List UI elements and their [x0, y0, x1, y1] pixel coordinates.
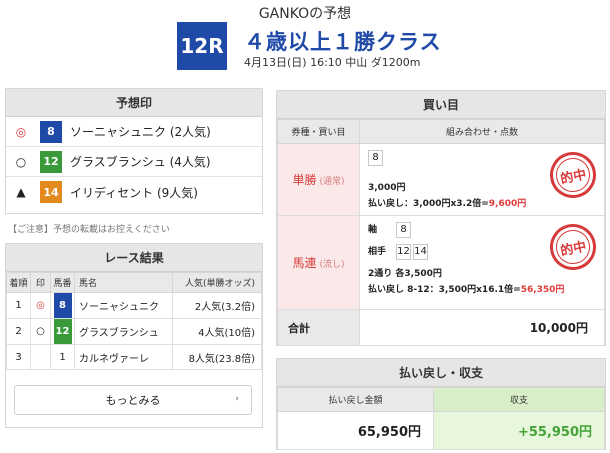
- horse-name: グラスブランシュ: [73, 318, 174, 345]
- total-value: 10,000円: [359, 309, 605, 346]
- kaime-table: 券種・買い目 組み合わせ・点数 単勝 (通常) 8 3,000円 払い戻し：3,0…: [277, 119, 605, 346]
- partner-label: 相手: [368, 247, 387, 257]
- payout-value: 56,350円: [520, 285, 565, 295]
- balance-amount: +55,950円: [433, 411, 605, 450]
- race-number-badge: 12R: [177, 22, 227, 70]
- payout-prefix: 払い戻し 8-12：3,500円x16.1倍=: [368, 285, 521, 295]
- bet-type-label: 馬連: [292, 256, 317, 270]
- horse-number: 14: [40, 181, 62, 203]
- horse-name: ソーニャシュニク (2人気): [70, 125, 211, 139]
- kaime-panel: 買い目 券種・買い目 組み合わせ・点数 単勝 (通常) 8 3,000円 払い戻し…: [276, 90, 606, 346]
- bet-detail: 8 3,000円 払い戻し：3,000円x3.2倍=9,600円 的中: [359, 143, 605, 216]
- col-combination: 組み合わせ・点数: [359, 119, 605, 144]
- bet-type-sub: (通常): [319, 177, 345, 187]
- page-title: GANKOの予想: [258, 6, 352, 22]
- horse-number-box: 8: [396, 222, 411, 238]
- horse-number: 8: [53, 293, 72, 318]
- horse-name: イリディセント (9人気): [70, 185, 198, 200]
- yosou-panel: 予想印 ◎ 8 ソーニャシュニク (2人気) ○ 12 グラスブランシュ (4人…: [5, 88, 263, 214]
- bet-row: 単勝 (通常) 8 3,000円 払い戻し：3,000円x3.2倍=9,600円 …: [277, 143, 605, 216]
- chevron-right-icon: ›: [235, 394, 239, 404]
- yosou-heading: 予想印: [6, 89, 262, 117]
- payout-value: 9,600円: [488, 199, 527, 209]
- col-position: 着順: [6, 272, 31, 293]
- bet-detail: 軸 8 相手 12 14 2通り 各3,500円 払い戻し 8-12：3,500円x1…: [359, 215, 605, 310]
- honmei-mark-icon: ◎: [15, 124, 27, 139]
- horse-number: 8: [40, 120, 62, 143]
- col-popularity: 人気(単勝オッズ): [172, 272, 262, 293]
- horse-number: 12: [40, 150, 62, 173]
- table-header-row: 着順 印 馬番 馬名 人気(単勝オッズ): [6, 272, 262, 293]
- horse-number: 1: [50, 344, 75, 370]
- kaime-heading: 買い目: [277, 91, 605, 119]
- summary-panel: 払い戻し・収支 払い戻し金額 収支 65,950円 +55,950円: [276, 358, 606, 450]
- mark-cell: [30, 344, 51, 370]
- finish-position: 3: [6, 344, 31, 370]
- payout-line: 払い戻し 8-12：3,500円x16.1倍=56,350円: [368, 282, 596, 295]
- popularity-odds: 4人気(10倍): [172, 318, 262, 345]
- bet-type-umaren: 馬連 (流し): [277, 215, 360, 310]
- col-bib: 馬番: [50, 272, 75, 293]
- table-row: 1 ◎ 8 ソーニャシュニク 2人気(3.2倍): [6, 292, 262, 319]
- horse-number: 12: [53, 319, 72, 344]
- race-result-table: 着順 印 馬番 馬名 人気(単勝オッズ) 1 ◎ 8 ソーニャシュニク 2人気(…: [6, 272, 262, 370]
- table-header-row: 券種・買い目 組み合わせ・点数: [277, 119, 605, 144]
- bet-type-tansho: 単勝 (通常): [277, 143, 360, 216]
- popularity-odds: 8人気(23.8倍): [172, 344, 262, 370]
- tanana-mark-icon: ▲: [16, 185, 26, 199]
- total-row: 合計 10,000円: [277, 309, 605, 346]
- horse-number-box: 8: [368, 150, 383, 166]
- bet-type-sub: (流し): [319, 260, 345, 270]
- summary-table: 払い戻し金額 収支 65,950円 +55,950円: [277, 387, 605, 450]
- more-button-label: もっとみる: [105, 394, 161, 407]
- yosou-row: ○ 12 グラスブランシュ (4人気): [6, 147, 262, 177]
- mark-cell: ◎: [30, 292, 51, 319]
- horse-name: カルネヴァーレ: [73, 344, 174, 370]
- race-info: 4月13日(日) 16:10 中山 ダ1200m: [244, 56, 421, 69]
- horse-name: ソーニャシュニク: [73, 292, 174, 319]
- col-mark: 印: [30, 272, 51, 293]
- bet-row: 馬連 (流し) 軸 8 相手 12 14 2通り 各3,500円 払い戻し 8-12：3…: [277, 215, 605, 310]
- yosou-row: ◎ 8 ソーニャシュニク (2人気): [6, 117, 262, 147]
- race-name: ４歳以上１勝クラス: [244, 30, 442, 54]
- total-label: 合計: [277, 309, 360, 346]
- bet-type-label: 単勝: [292, 173, 317, 187]
- table-row: 2 ○ 12 グラスブランシュ 4人気(10倍): [6, 318, 262, 345]
- col-horse-name: 馬名: [73, 272, 174, 293]
- table-header-row: 払い戻し金額 収支: [277, 387, 605, 412]
- payout-amount: 65,950円: [277, 411, 434, 450]
- finish-position: 2: [6, 318, 31, 345]
- horse-number-box: 14: [413, 244, 428, 260]
- summary-heading: 払い戻し・収支: [277, 359, 605, 387]
- col-balance: 収支: [433, 387, 605, 412]
- table-row: 65,950円 +55,950円: [277, 411, 605, 450]
- popularity-odds: 2人気(3.2倍): [172, 292, 262, 319]
- table-row: 3 1 カルネヴァーレ 8人気(23.8倍): [6, 344, 262, 370]
- more-button[interactable]: もっとみる ›: [14, 385, 252, 415]
- col-bet-type: 券種・買い目: [277, 119, 360, 144]
- horse-number-box: 12: [396, 244, 411, 260]
- bet-amount: 2通り 各3,500円: [368, 269, 442, 279]
- taikou-mark-icon: ○: [15, 154, 27, 169]
- repost-note: 【ご注意】予想の転載はお控えください: [8, 225, 170, 235]
- yosou-row: ▲ 14 イリディセント (9人気): [6, 177, 262, 207]
- payout-prefix: 払い戻し：3,000円x3.2倍=: [368, 199, 489, 209]
- race-result-heading: レース結果: [6, 244, 262, 272]
- horse-name: グラスブランシュ (4人気): [70, 155, 211, 169]
- col-payout: 払い戻し金額: [277, 387, 434, 412]
- axis-label: 軸: [368, 225, 378, 235]
- finish-position: 1: [6, 292, 31, 319]
- payout-line: 払い戻し：3,000円x3.2倍=9,600円: [368, 196, 596, 209]
- mark-cell: ○: [30, 318, 51, 345]
